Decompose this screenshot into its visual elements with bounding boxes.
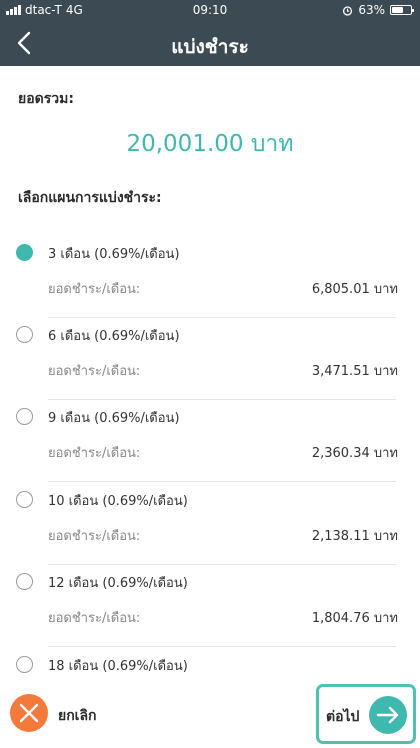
radio-button[interactable] — [16, 244, 33, 261]
battery-icon — [390, 5, 414, 15]
next-arrow-button[interactable] — [369, 696, 407, 734]
plan-name: 6 เดือน (0.69%/เดือน) — [48, 329, 180, 344]
radio-button[interactable] — [16, 656, 33, 673]
monthly-payment-label: ยอดชำระ/เดือน: — [48, 529, 141, 544]
plan-name: 3 เดือน (0.69%/เดือน) — [48, 247, 180, 262]
monthly-payment-amount: 3,471.51 บาท — [311, 364, 398, 379]
monthly-payment-amount: 2,360.34 บาท — [311, 446, 398, 461]
cancel-label[interactable]: ยกเลิก — [58, 705, 97, 727]
total-label: ยอดรวม: — [18, 91, 74, 107]
plan-name: 9 เดือน (0.69%/เดือน) — [48, 411, 180, 426]
next-button[interactable]: ต่อไป — [316, 684, 416, 744]
cancel-button[interactable] — [10, 694, 48, 732]
monthly-payment-amount: 6,805.01 บาท — [311, 282, 398, 297]
monthly-payment-label: ยอดชำระ/เดือน: — [48, 611, 141, 626]
monthly-payment-amount: 2,138.11 บาท — [311, 529, 398, 544]
plan-section-label: เลือกแผนการแบ่งชำระ: — [18, 190, 162, 206]
battery-percent: 63% — [358, 3, 385, 17]
close-icon — [19, 703, 39, 723]
app-header: dtac-T 4G 09:10 63% แบ่งชำระ — [0, 0, 420, 66]
plan-option-6-months[interactable]: 6 เดือน (0.69%/เดือน) ยอดชำระ/เดือน: 3,4… — [0, 318, 420, 400]
plan-option-10-months[interactable]: 10 เดือน (0.69%/เดือน) ยอดชำระ/เดือน: 2,… — [0, 483, 420, 565]
radio-button[interactable] — [16, 573, 33, 590]
plan-option-9-months[interactable]: 9 เดือน (0.69%/เดือน) ยอดชำระ/เดือน: 2,3… — [0, 400, 420, 482]
monthly-payment-amount: 1,804.76 บาท — [311, 611, 398, 626]
arrow-right-icon — [376, 706, 399, 724]
next-label[interactable]: ต่อไป — [326, 706, 359, 728]
divider — [48, 646, 396, 647]
plan-option-3-months[interactable]: 3 เดือน (0.69%/เดือน) ยอดชำระ/เดือน: 6,8… — [0, 236, 420, 318]
plan-option-18-months[interactable]: 18 เดือน (0.69%/เดือน) — [0, 648, 420, 680]
monthly-payment-label: ยอดชำระ/เดือน: — [48, 282, 141, 297]
radio-button[interactable] — [16, 326, 33, 343]
alarm-icon — [343, 5, 353, 16]
radio-button[interactable] — [16, 491, 33, 508]
divider — [48, 481, 396, 482]
plan-name: 12 เดือน (0.69%/เดือน) — [48, 576, 188, 591]
plan-option-12-months[interactable]: 12 เดือน (0.69%/เดือน) ยอดชำระ/เดือน: 1,… — [0, 565, 420, 647]
page-title: แบ่งชำระ — [171, 36, 249, 58]
status-bar: dtac-T 4G 09:10 63% — [0, 0, 420, 20]
plan-name: 18 เดือน (0.69%/เดือน) — [48, 659, 188, 674]
monthly-payment-label: ยอดชำระ/เดือน: — [48, 446, 141, 461]
total-amount: 20,001.00 บาท — [126, 131, 294, 157]
radio-button[interactable] — [16, 408, 33, 425]
plan-name: 10 เดือน (0.69%/เดือน) — [48, 494, 188, 509]
action-footer: ยกเลิก ต่อไป — [0, 680, 420, 748]
monthly-payment-label: ยอดชำระ/เดือน: — [48, 364, 141, 379]
